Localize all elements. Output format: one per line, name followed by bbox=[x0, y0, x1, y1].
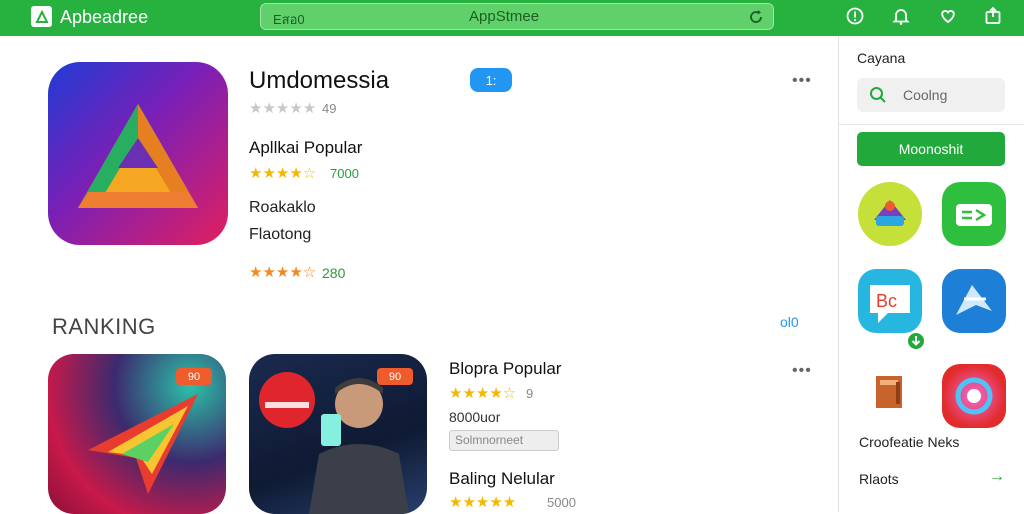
download-check-icon[interactable] bbox=[907, 332, 925, 350]
favorite-icon[interactable] bbox=[938, 6, 958, 26]
category-rating-value: 7000 bbox=[330, 166, 359, 181]
app-logo-icon[interactable] bbox=[31, 6, 52, 27]
search-icon bbox=[870, 87, 886, 103]
more-options-icon[interactable]: ••• bbox=[792, 72, 812, 90]
sidebar-app-icon-2[interactable] bbox=[942, 182, 1006, 246]
notification-bell-icon[interactable] bbox=[891, 6, 911, 26]
search-bar[interactable]: Eสอ0 AppStmee bbox=[260, 3, 774, 30]
sidebar-search-input[interactable]: Coolng bbox=[857, 78, 1005, 112]
ranking-item-1-meta: 8000uor bbox=[449, 409, 501, 425]
sidebar-footer-link[interactable]: Rlaots bbox=[859, 471, 899, 487]
rank-badge-1: 90 bbox=[176, 368, 212, 385]
ranking-app-icon-2[interactable]: 90 bbox=[249, 354, 427, 514]
sidebar-app-icon-6[interactable] bbox=[942, 364, 1006, 428]
ranking-section-title: RANKING bbox=[52, 314, 156, 339]
sidebar-action-button[interactable]: Moonoshit bbox=[857, 132, 1005, 166]
sidebar-app-icon-3[interactable]: Bc bbox=[858, 269, 922, 333]
app-title[interactable]: Apbeadree bbox=[60, 7, 148, 28]
svg-text:Bc: Bc bbox=[876, 291, 897, 311]
featured-app-icon[interactable] bbox=[48, 62, 228, 245]
search-center-text: AppStmee bbox=[469, 8, 540, 25]
ranking-item-2-stars: ★★★★★ bbox=[449, 494, 517, 511]
info-line-1: Roakaklo bbox=[249, 199, 316, 216]
ranking-item-2-rating: 5000 bbox=[547, 495, 576, 510]
see-all-link[interactable]: ol0 bbox=[780, 314, 799, 330]
sidebar-divider bbox=[839, 124, 1024, 125]
sidebar-app-icon-1[interactable] bbox=[858, 182, 922, 246]
right-sidebar: Cayana Coolng Moonoshit Bc Croofeatie Ne… bbox=[838, 36, 1024, 512]
ranking-item-1-title[interactable]: Blopra Popular bbox=[449, 359, 561, 379]
sidebar-footer-label[interactable]: Croofeatie Neks bbox=[859, 434, 959, 450]
sidebar-app-icon-4[interactable] bbox=[942, 269, 1006, 333]
ranking-item-2-title[interactable]: Baling Nelular bbox=[449, 469, 555, 489]
category-label[interactable]: Apllkai Popular bbox=[249, 138, 362, 158]
ranking-more-options-icon[interactable]: ••• bbox=[792, 362, 812, 380]
refresh-icon[interactable] bbox=[747, 8, 765, 26]
ranking-item-1-stars: ★★★★☆ bbox=[449, 385, 517, 402]
top-bar: Apbeadree Eสอ0 AppStmee bbox=[0, 0, 1024, 36]
bottom-rating-value: 280 bbox=[322, 265, 346, 281]
share-icon[interactable] bbox=[983, 6, 1003, 26]
ranking-item-1-tag[interactable]: Solmnorneet bbox=[449, 430, 559, 451]
ranking-item-1-rating: 9 bbox=[526, 386, 534, 401]
info-icon[interactable] bbox=[845, 6, 865, 26]
chevron-right-icon[interactable]: → bbox=[989, 468, 1005, 486]
sidebar-title: Cayana bbox=[857, 50, 906, 66]
info-line-2: Flaotong bbox=[249, 226, 312, 243]
ranking-app-icon-1[interactable]: 90 bbox=[48, 354, 226, 514]
search-left-text: Eสอ0 bbox=[273, 12, 305, 27]
rating-stars: ★★★★★ bbox=[249, 100, 317, 117]
sidebar-search-placeholder: Coolng bbox=[903, 87, 948, 103]
featured-app-title[interactable]: Umdomessia bbox=[249, 67, 389, 95]
category-rating-stars: ★★★★☆ bbox=[249, 165, 317, 182]
rating-count: 49 bbox=[322, 101, 337, 116]
sidebar-app-icon-5[interactable] bbox=[858, 360, 922, 424]
rank-badge-2: 90 bbox=[377, 368, 413, 385]
bottom-rating-stars: ★★★★☆ bbox=[249, 264, 317, 281]
rank-pill-badge[interactable]: 1: bbox=[470, 68, 512, 92]
